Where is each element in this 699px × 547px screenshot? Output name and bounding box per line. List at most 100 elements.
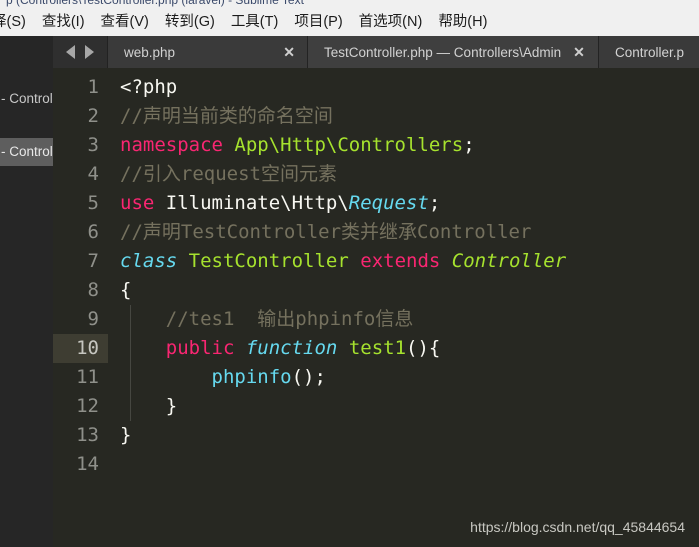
tab-bar: web.php ✕ TestController.php — Controlle… [53, 36, 699, 68]
code-line[interactable]: 2 //声明当前类的命名空间 [53, 102, 699, 131]
line-content[interactable]: //声明当前类的命名空间 [108, 102, 699, 131]
code-token: function [245, 337, 338, 359]
line-content[interactable]: //声明TestController类并继承Controller [108, 218, 699, 247]
tab-controller-php[interactable]: Controller.p [599, 36, 699, 68]
tab-label: TestController.php — Controllers\Admin [324, 44, 562, 60]
line-number: 13 [76, 424, 99, 446]
code-token: class [120, 250, 178, 272]
line-number: 6 [87, 221, 99, 243]
code-token: } [120, 424, 132, 446]
code-line[interactable]: 8{ [53, 276, 699, 305]
prev-tab-arrow-icon[interactable] [66, 45, 75, 59]
line-number: 2 [87, 105, 99, 127]
line-content[interactable]: } [108, 392, 699, 421]
code-token: phpinfo [211, 366, 292, 388]
code-token: Illuminate\Http\ [154, 192, 349, 214]
code-token: namespace [120, 134, 223, 156]
code-token: test1 [348, 337, 407, 359]
tab-testcontroller-php[interactable]: TestController.php — Controllers\Admin ✕ [308, 36, 599, 68]
code-line[interactable]: 11 phpinfo(); [53, 363, 699, 392]
code-token: (){ [406, 337, 441, 359]
line-content[interactable]: <?php [108, 73, 699, 102]
code-token: Controller [451, 250, 567, 272]
line-number: 3 [87, 134, 99, 156]
menu-item-4[interactable]: 工具(T) [223, 9, 287, 36]
line-number: 12 [76, 395, 99, 417]
close-icon[interactable]: ✕ [573, 45, 585, 59]
menu-item-5[interactable]: 项目(P) [286, 9, 350, 36]
menu-item-1[interactable]: 查找(I) [34, 9, 93, 36]
line-number: 5 [87, 192, 99, 214]
line-number: 8 [87, 279, 99, 301]
sidebar-item-0[interactable]: - Controll [0, 85, 53, 113]
code-token: ; [463, 134, 475, 156]
tab-nav-controls [53, 36, 108, 68]
line-number: 4 [87, 163, 99, 185]
code-line[interactable]: 10 public function test1(){ [53, 334, 699, 363]
code-token: //声明TestController类并继承Controller [120, 221, 532, 243]
line-content[interactable]: use Illuminate\Http\Request; [108, 189, 699, 218]
code-line[interactable]: 14 [53, 450, 699, 479]
code-line[interactable]: 13} [53, 421, 699, 450]
code-token: use [120, 192, 155, 214]
code-line[interactable]: 9 //tes1 输出phpinfo信息 [53, 305, 699, 334]
code-token: extends [360, 250, 441, 272]
sidebar: - Controll - Controll [0, 36, 53, 547]
sidebar-item-1[interactable]: - Controll [0, 138, 53, 166]
code-line[interactable]: 7 class TestController extends Controller [53, 247, 699, 276]
code-line[interactable]: 4 //引入request空间元素 [53, 160, 699, 189]
menu-item-2[interactable]: 查看(V) [93, 9, 157, 36]
line-number: 9 [87, 308, 99, 330]
line-content[interactable]: class TestController extends Controller [108, 247, 699, 276]
code-line[interactable]: 3 namespace App\Http\Controllers; [53, 131, 699, 160]
code-token: <?php [120, 76, 178, 98]
code-editor[interactable]: 1 <?php 2 //声明当前类的命名空间 3 namespace App\Http\C… [53, 68, 699, 547]
menu-bar: 择(S)查找(I)查看(V)转到(G)工具(T)项目(P)首选项(N)帮助(H) [0, 9, 699, 36]
line-content[interactable]: namespace App\Http\Controllers; [108, 131, 699, 160]
code-token: ; [428, 192, 441, 214]
line-content[interactable] [108, 450, 699, 479]
line-number: 11 [76, 366, 99, 388]
menu-item-0[interactable]: 择(S) [0, 9, 34, 36]
line-number: 10 [53, 334, 108, 363]
code-token: TestController [188, 250, 349, 272]
line-number: 1 [87, 76, 99, 98]
code-line[interactable]: 6 //声明TestController类并继承Controller [53, 218, 699, 247]
code-token: //引入request空间元素 [120, 163, 337, 185]
menu-item-6[interactable]: 首选项(N) [351, 9, 431, 36]
code-line[interactable]: 12 } [53, 392, 699, 421]
close-icon[interactable]: ✕ [283, 45, 295, 59]
menu-item-3[interactable]: 转到(G) [157, 9, 223, 36]
code-line[interactable]: 5 use Illuminate\Http\Request; [53, 189, 699, 218]
line-content[interactable]: { [108, 276, 699, 305]
code-token: } [120, 395, 178, 417]
code-token: //tes1 输出phpinfo信息 [120, 308, 414, 330]
code-line[interactable]: 1 <?php [53, 73, 699, 102]
line-content[interactable]: //引入request空间元素 [108, 160, 699, 189]
menu-item-7[interactable]: 帮助(H) [430, 9, 495, 36]
code-token: App\Http\Controllers [234, 134, 464, 156]
code-token: { [120, 279, 132, 301]
line-content[interactable]: phpinfo(); [108, 363, 699, 392]
line-content[interactable]: //tes1 输出phpinfo信息 [108, 305, 699, 334]
tab-web-php[interactable]: web.php ✕ [108, 36, 308, 68]
code-token: //声明当前类的命名空间 [120, 105, 333, 127]
line-number: 7 [87, 250, 99, 272]
window-title-text: p (Controllers\TestController.php (larav… [6, 0, 304, 7]
tab-label: web.php [124, 44, 176, 60]
code-token: (); [291, 366, 326, 388]
tab-label: Controller.p [615, 44, 685, 60]
code-lines-container: 1 <?php 2 //声明当前类的命名空间 3 namespace App\Http\C… [53, 68, 699, 479]
next-tab-arrow-icon[interactable] [85, 45, 94, 59]
code-token: Request [348, 192, 429, 214]
window-title-bar: p (Controllers\TestController.php (larav… [0, 0, 699, 9]
line-content[interactable]: public function test1(){ [108, 334, 699, 363]
line-content[interactable]: } [108, 421, 699, 450]
